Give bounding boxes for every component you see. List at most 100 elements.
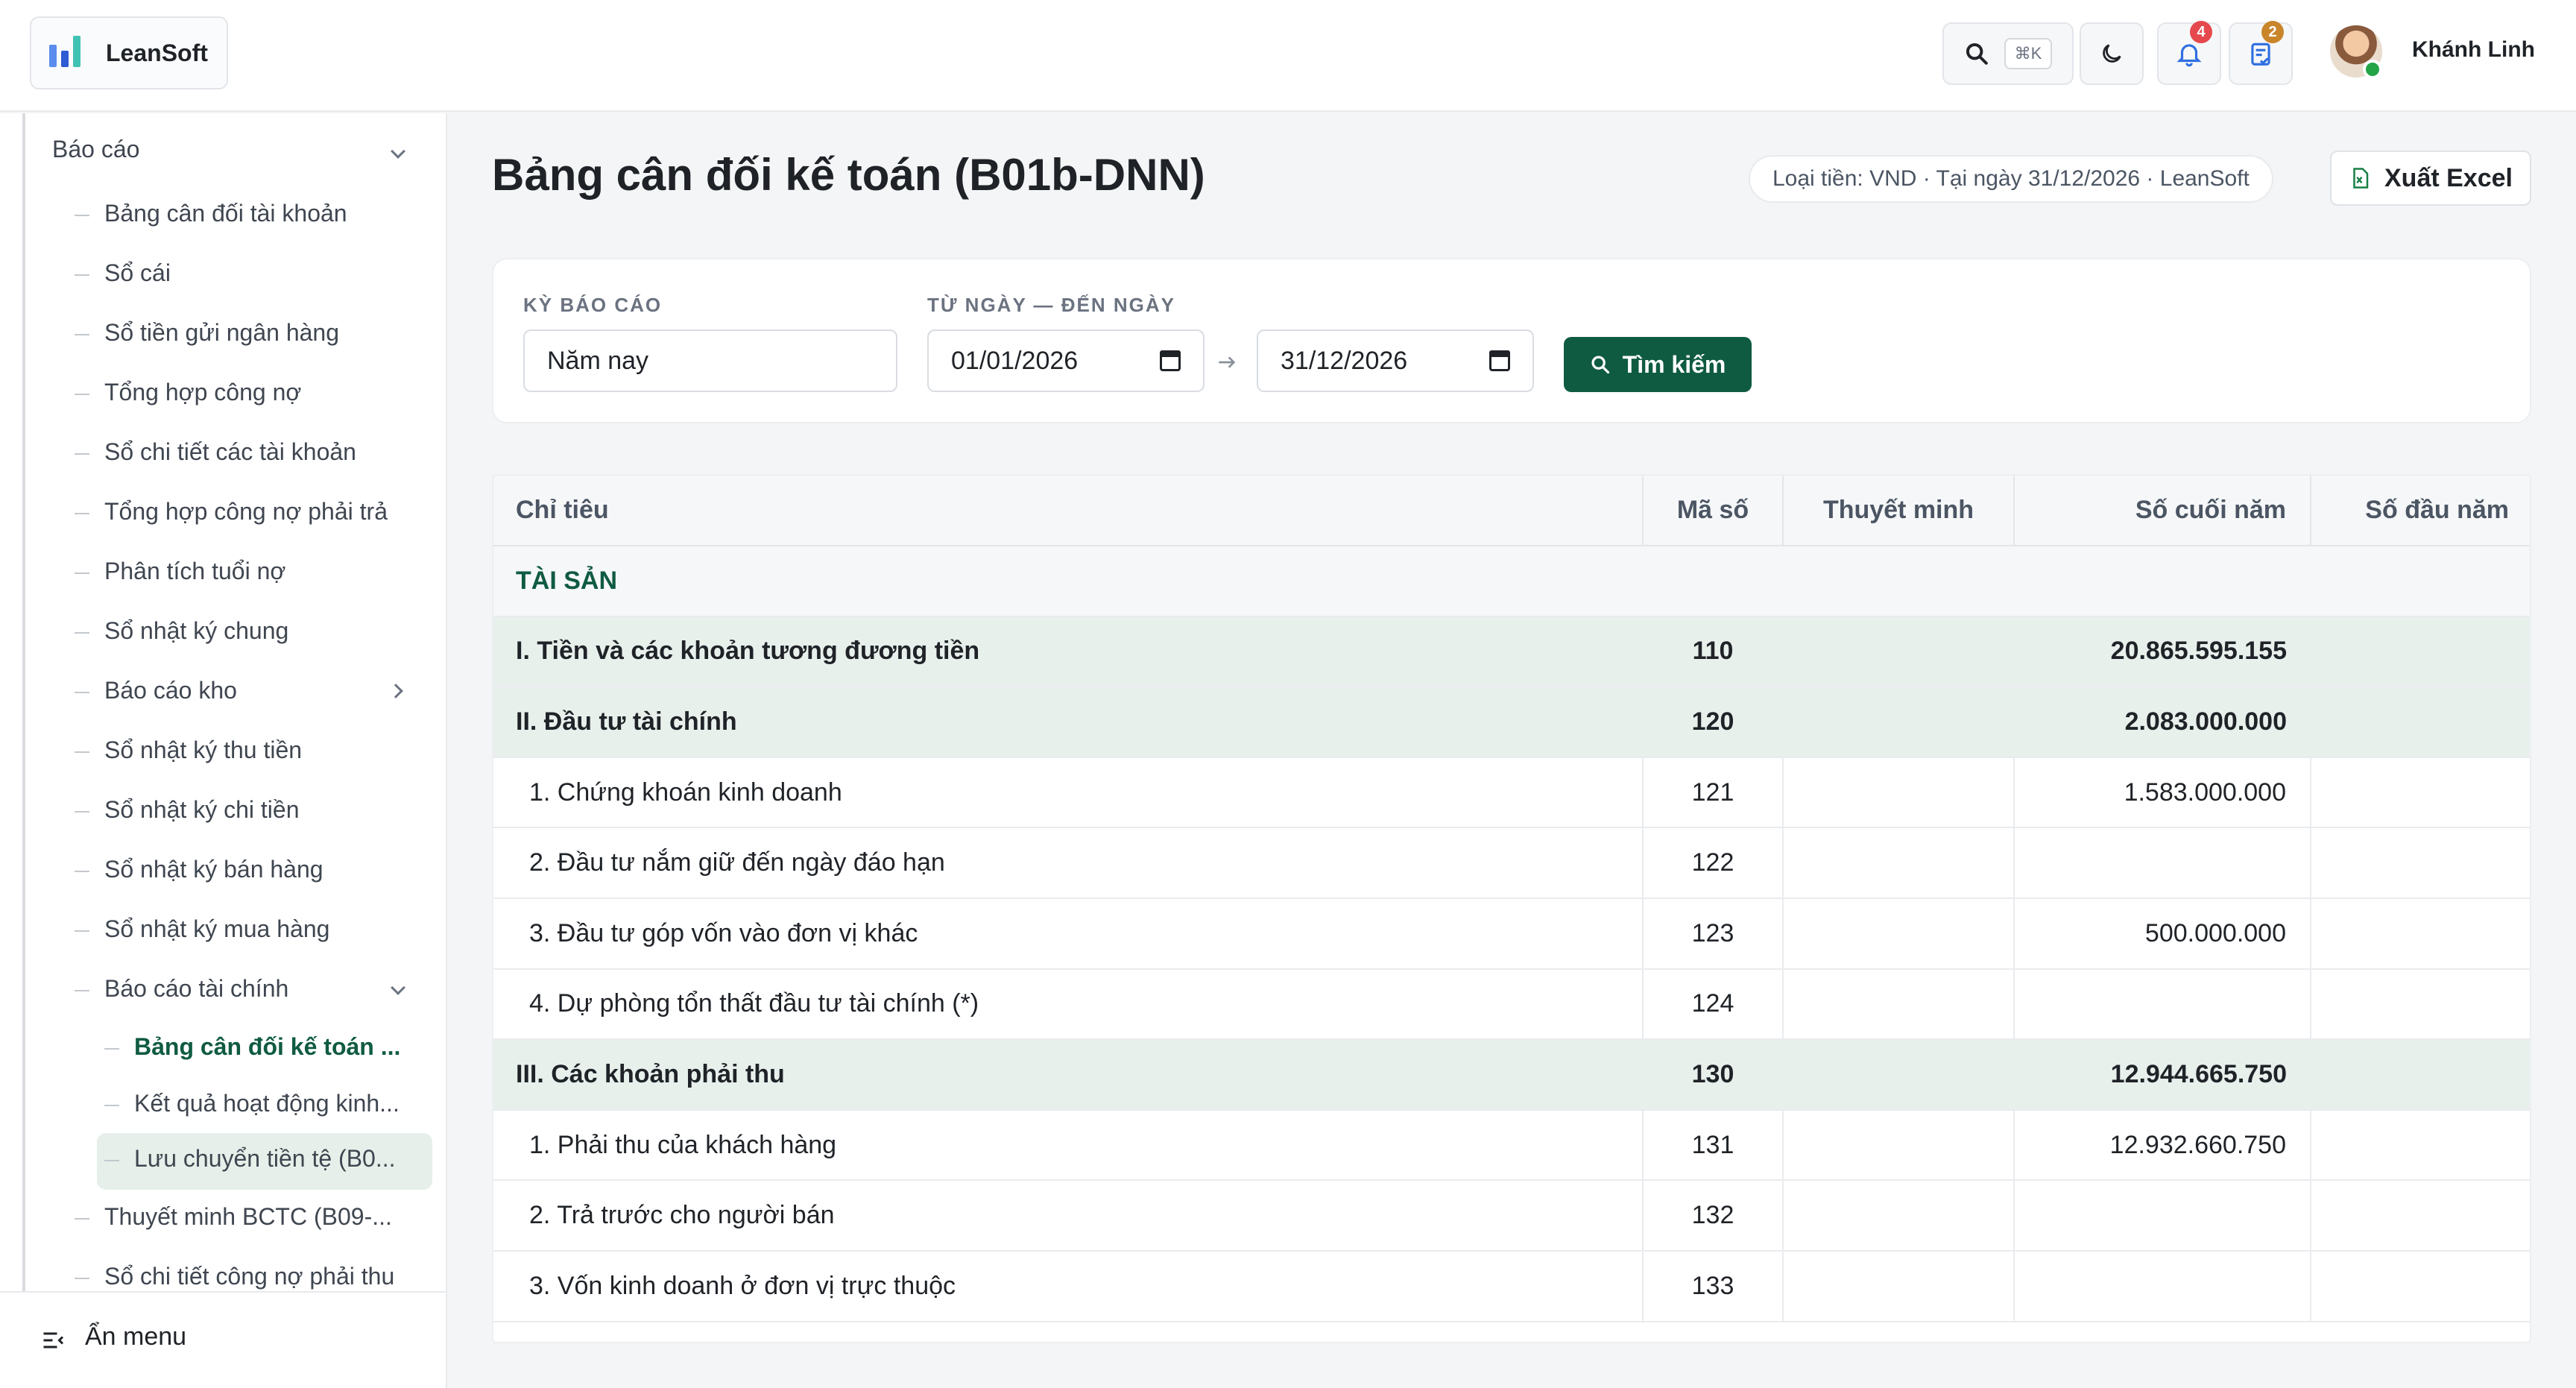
sidebar-item[interactable]: Sổ nhật ký thu tiền [104,736,302,764]
row-indicator: 2. Đầu tư nắm giữ đến ngày đáo hạn [493,827,1644,899]
row-end-of-year: 500.000.000 [2014,898,2311,970]
user-name[interactable]: Khánh Linh [2412,37,2535,63]
balance-sheet-table: Chỉ tiêu Mã số Thuyết minh Số cuối năm S… [492,474,2531,1343]
notifications-button[interactable]: 4 [2157,21,2221,85]
row-indicator: 1. Phải thu của khách hàng [493,1109,1644,1182]
search-icon [1966,42,1988,65]
sidebar-item[interactable]: Sổ chi tiết công nợ phải thu [104,1263,394,1290]
row-end-of-year [2014,1250,2311,1322]
row-start-of-year [2311,616,2530,688]
table-row[interactable]: 4. Dự phòng tổn thất đầu tư tài chính (*… [493,968,2530,1041]
row-indicator: II. Đầu tư tài chính [493,687,1643,758]
search-button[interactable]: ⌘K [1942,22,2074,85]
calendar-icon[interactable] [1160,350,1181,371]
chevron-down-icon[interactable] [391,980,405,995]
row-indicator: 3. Đầu tư góp vốn vào đơn vị khác [493,898,1644,970]
row-start-of-year [2311,757,2530,829]
collapse-menu-icon[interactable] [40,1327,67,1354]
table-row[interactable]: III. Các khoản phải thu 130 12.944.665.750 [493,1039,2530,1111]
row-code: 110 [1643,616,1783,688]
row-code: 123 [1643,898,1784,970]
row-end-of-year [2014,827,2311,899]
table-header-row: Chỉ tiêu Mã số Thuyết minh Số cuối năm S… [493,476,2530,546]
sidebar-subitem[interactable]: Kết quả hoạt động kinh... [134,1090,400,1117]
theme-toggle-button[interactable] [2080,22,2144,85]
table-row[interactable]: 2. Trả trước cho người bán 132 [493,1180,2530,1252]
period-select[interactable]: Năm nay [523,329,897,392]
online-status-dot [2363,60,2382,79]
search-submit-button[interactable]: Tìm kiếm [1564,337,1752,392]
sidebar-item[interactable]: Phân tích tuổi nợ [104,558,285,585]
row-indicator: 3. Vốn kinh doanh ở đơn vị trực thuộc [493,1250,1644,1322]
row-indicator: III. Các khoản phải thu [493,1039,1643,1111]
sidebar-item[interactable]: Thuyết minh BCTC (B09-... [104,1203,392,1231]
row-start-of-year [2311,1109,2530,1182]
moon-icon [2103,44,2121,63]
excel-file-icon [2353,168,2369,189]
export-excel-button[interactable]: Xuất Excel [2330,151,2531,206]
table-row[interactable]: 3. Vốn kinh doanh ở đơn vị trực thuộc 133 [493,1250,2530,1322]
date-range-label: TỪ NGÀY — ĐẾN NGÀY [927,294,1176,316]
table-row[interactable]: I. Tiền và các khoản tương đương tiền 110… [493,616,2530,688]
table-row[interactable]: II. Đầu tư tài chính 120 2.083.000.000 [493,687,2530,758]
row-end-of-year: 20.865.595.155 [2014,616,2311,688]
hide-menu-button[interactable]: Ẩn menu [85,1322,186,1351]
sidebar-item[interactable]: Sổ nhật ký chi tiền [104,796,299,824]
row-code: 120 [1643,687,1783,758]
table-row[interactable]: 1. Chứng khoán kinh doanh 121 1.583.000.00… [493,757,2530,829]
row-note [1783,1109,2015,1182]
report-meta: Loại tiền: VND · Tại ngày 31/12/2026 · L… [1749,155,2273,203]
row-code: 131 [1643,1109,1784,1182]
sidebar-subitem-balance-sheet[interactable]: Bảng cân đối kế toán ... [134,1033,400,1061]
section-title: TÀI SẢN [493,546,2530,617]
period-label: KỲ BÁO CÁO [523,294,663,316]
row-start-of-year [2311,898,2530,970]
leansoft-logo-icon [49,36,83,70]
sidebar-item[interactable]: Sổ nhật ký chung [104,617,288,645]
chevron-down-icon[interactable] [391,144,405,159]
col-header-start-of-year[interactable]: Số đầu năm [2311,476,2530,546]
sidebar-item[interactable]: Tổng hợp công nợ phải trả [104,498,388,526]
row-code: 122 [1643,827,1784,899]
sidebar-item[interactable]: Bảng cân đối tài khoản [104,200,347,227]
row-note [1783,968,2015,1041]
row-code: 121 [1643,757,1784,829]
row-start-of-year [2311,1180,2530,1252]
row-indicator: 1. Chứng khoán kinh doanh [493,757,1644,829]
chevron-right-icon[interactable] [388,684,403,698]
filter-panel: KỲ BÁO CÁO Năm nay TỪ NGÀY — ĐẾN NGÀY 01… [492,258,2531,423]
app-logo[interactable]: LeanSoft [30,16,228,89]
arrow-right-icon [1219,356,1236,368]
table-row[interactable]: 1. Phải thu của khách hàng 131 12.932.660.… [493,1109,2530,1182]
row-code: 130 [1643,1039,1783,1111]
sidebar-scrollbar[interactable] [22,113,25,1291]
sidebar-item[interactable]: Sổ nhật ký bán hàng [104,856,323,883]
sidebar-group-reports[interactable]: Báo cáo [52,136,139,163]
col-header-end-of-year[interactable]: Số cuối năm [2014,476,2311,546]
table-row[interactable]: 3. Đầu tư góp vốn vào đơn vị khác 123 500.… [493,898,2530,970]
from-date-input[interactable]: 01/01/2026 [927,329,1205,392]
sidebar-item-financial-reports[interactable]: Báo cáo tài chính [104,975,288,1003]
calendar-icon[interactable] [1489,350,1510,371]
bell-icon [2176,44,2202,67]
tasks-button[interactable]: 2 [2229,21,2293,85]
table-row[interactable]: 2. Đầu tư nắm giữ đến ngày đáo hạn 122 [493,827,2530,899]
notifications-badge: 4 [2190,21,2212,43]
row-code: 124 [1643,968,1784,1041]
sidebar-subitem[interactable]: Lưu chuyển tiền tệ (B0... [134,1145,396,1173]
sidebar-item[interactable]: Sổ chi tiết các tài khoản [104,438,356,466]
from-date-value: 01/01/2026 [951,346,1079,375]
col-header-note[interactable]: Thuyết minh [1783,476,2015,546]
col-header-code[interactable]: Mã số [1643,476,1784,546]
sidebar-item[interactable]: Tổng hợp công nợ [104,379,301,406]
sidebar-item[interactable]: Sổ cái [104,259,171,287]
sidebar-item[interactable]: Sổ nhật ký mua hàng [104,915,329,943]
to-date-input[interactable]: 31/12/2026 [1257,329,1534,392]
row-code: 132 [1643,1180,1784,1252]
period-value: Năm nay [547,346,649,375]
sidebar-item-inventory[interactable]: Báo cáo kho [104,677,237,704]
clipboard-check-icon [2251,42,2270,66]
col-header-indicator[interactable]: Chỉ tiêu [493,476,1644,546]
sidebar-item[interactable]: Sổ tiền gửi ngân hàng [104,319,339,347]
app-name: LeanSoft [106,39,208,66]
